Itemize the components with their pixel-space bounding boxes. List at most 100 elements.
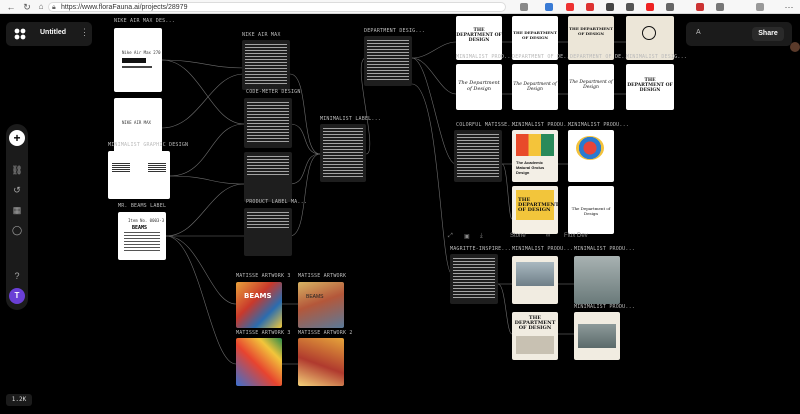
node-label: MAGRITTE-INSPIRE... [450,246,511,252]
image-node[interactable]: The Department of Design [512,64,558,110]
card-artwork [578,324,616,348]
text-content [247,102,289,144]
card-title: THE DEPARTMENT OF DESIGN [518,197,559,213]
image-node[interactable]: The Academic Matural Grolus Design [512,130,558,182]
zoom-level[interactable]: 1.2K [6,394,32,406]
user-avatar[interactable] [790,42,800,52]
image-node[interactable] [574,256,620,304]
app-logo-icon[interactable] [14,28,26,40]
extension-icon[interactable] [646,3,654,11]
text-node[interactable] [244,152,292,202]
image-node[interactable] [236,338,282,386]
text-content [367,40,409,82]
image-icon[interactable]: ▣ [464,233,470,240]
image-node[interactable] [298,338,344,386]
image-node[interactable]: BEAMS [236,282,282,328]
image-node[interactable]: Nike Air Max 270 [114,28,162,92]
help-icon[interactable]: ? [11,270,23,282]
image-node[interactable]: THE DEPARTMENT OF DESIGN [512,312,558,360]
node-label: COLORFUL MATISSE... [456,122,517,128]
node-label: NIKE AIR MAX [242,32,281,38]
collaborator-avatar[interactable]: A [696,29,701,36]
url-text: https://www.floraFauna.ai/projects/28979 [61,4,188,11]
download-icon[interactable]: ⤓ [480,233,483,240]
text-node[interactable] [450,254,498,304]
node-label: PRODUCT LABEL MA... [246,199,307,205]
style-selector[interactable]: Stone [510,233,526,239]
node-label: MINIMALIST GRAPHIC DESIGN [108,142,189,148]
text-node[interactable] [244,98,292,148]
node-label: MATISSE ARTWORK 3 [236,273,291,279]
share-panel: A Share [686,22,792,46]
node-label: MATISSE ARTWORK 2 [298,330,353,336]
text-content [457,134,499,178]
card-title: The Department of Design [571,206,611,216]
extension-icon[interactable] [586,3,594,11]
wire [289,73,321,155]
image-node[interactable]: The Department of Design [456,64,502,110]
workflow-icon[interactable]: ⛓ [11,164,23,176]
node-label: MINIMALIST PRODU... [574,246,635,252]
profile-icon[interactable] [696,3,704,11]
image-node[interactable]: THE DEPARTMENT OF DESIGN [626,64,674,110]
image-node[interactable]: The Department of Design [568,64,614,110]
node-label: MINIMALIST PRODU... [568,122,629,128]
extension-icon[interactable] [626,3,634,11]
node-label: MINIMALIST PRODU... [512,122,573,128]
extension-icon[interactable] [716,3,724,11]
extension-icon[interactable] [606,3,614,11]
text-node[interactable] [364,36,412,86]
node-label: DEPARTMENT OF DE... [512,54,573,60]
expand-icon[interactable]: ⤢ [448,233,453,240]
link-icon[interactable]: ∞ [546,233,550,239]
text-node[interactable] [320,124,366,182]
wire [169,175,245,185]
add-node-button[interactable]: + [9,130,25,146]
card-artwork [516,336,554,354]
extension-icon[interactable] [545,3,553,11]
share-button[interactable]: Share [752,27,784,41]
model-selector[interactable]: Flux Dev [564,233,588,239]
wire [161,59,245,125]
card-title: THE DEPARTMENT OF DESIGN [569,26,613,36]
address-bar[interactable]: 🔒︎ https://www.floraFauna.ai/projects/28… [48,2,506,12]
project-title[interactable]: Untitled [40,29,66,36]
text-node[interactable] [454,130,502,182]
card-artwork [576,136,604,160]
text-node[interactable] [242,40,290,90]
home-icon[interactable]: ⌂ [36,2,46,12]
history-icon[interactable]: ↺ [11,184,23,196]
canvas[interactable]: Untitled ⋮ A Share + ⛓ ↺ ▦ ◯ ? T 1.2K NI… [0,14,800,414]
extension-icon[interactable] [666,3,674,11]
back-arrow-icon[interactable]: ← [6,2,16,12]
lock-icon: 🔒︎ [52,4,56,11]
node-label: MR. BEAMS LABEL [118,203,167,209]
more-icon[interactable]: ⋯ [784,2,794,12]
text-content [453,258,495,300]
image-node[interactable]: THE DEPARTMENT OF DESIGN [512,186,559,234]
image-node[interactable] [574,312,620,360]
settings-icon[interactable] [756,3,764,11]
image-node[interactable]: Item No. 0003-3 BEAMS [118,212,166,260]
image-node[interactable]: BEAMS [298,282,344,328]
image-node[interactable] [512,256,558,304]
project-menu-icon[interactable]: ⋮ [80,27,89,38]
card-artwork [516,262,554,286]
assets-icon[interactable]: ▦ [11,204,23,216]
image-node[interactable] [108,151,170,199]
image-node[interactable] [568,130,614,182]
image-node[interactable]: NIKE AIR MAX [114,98,162,158]
comments-icon[interactable]: ◯ [11,224,23,236]
image-node[interactable]: The Department of Design [568,186,614,234]
star-icon[interactable] [520,3,528,11]
avatar[interactable]: T [9,288,25,304]
extension-icon[interactable] [566,3,574,11]
node-label: MINIMALIST PROD... [456,54,514,60]
text-node[interactable] [244,208,292,256]
wire [161,73,245,129]
refresh-icon[interactable]: ↻ [22,2,32,12]
wire [289,153,321,185]
card-title: The Department of Design [458,80,500,92]
card-text: Item No. 0003-3 [128,218,165,223]
wire [165,183,245,237]
